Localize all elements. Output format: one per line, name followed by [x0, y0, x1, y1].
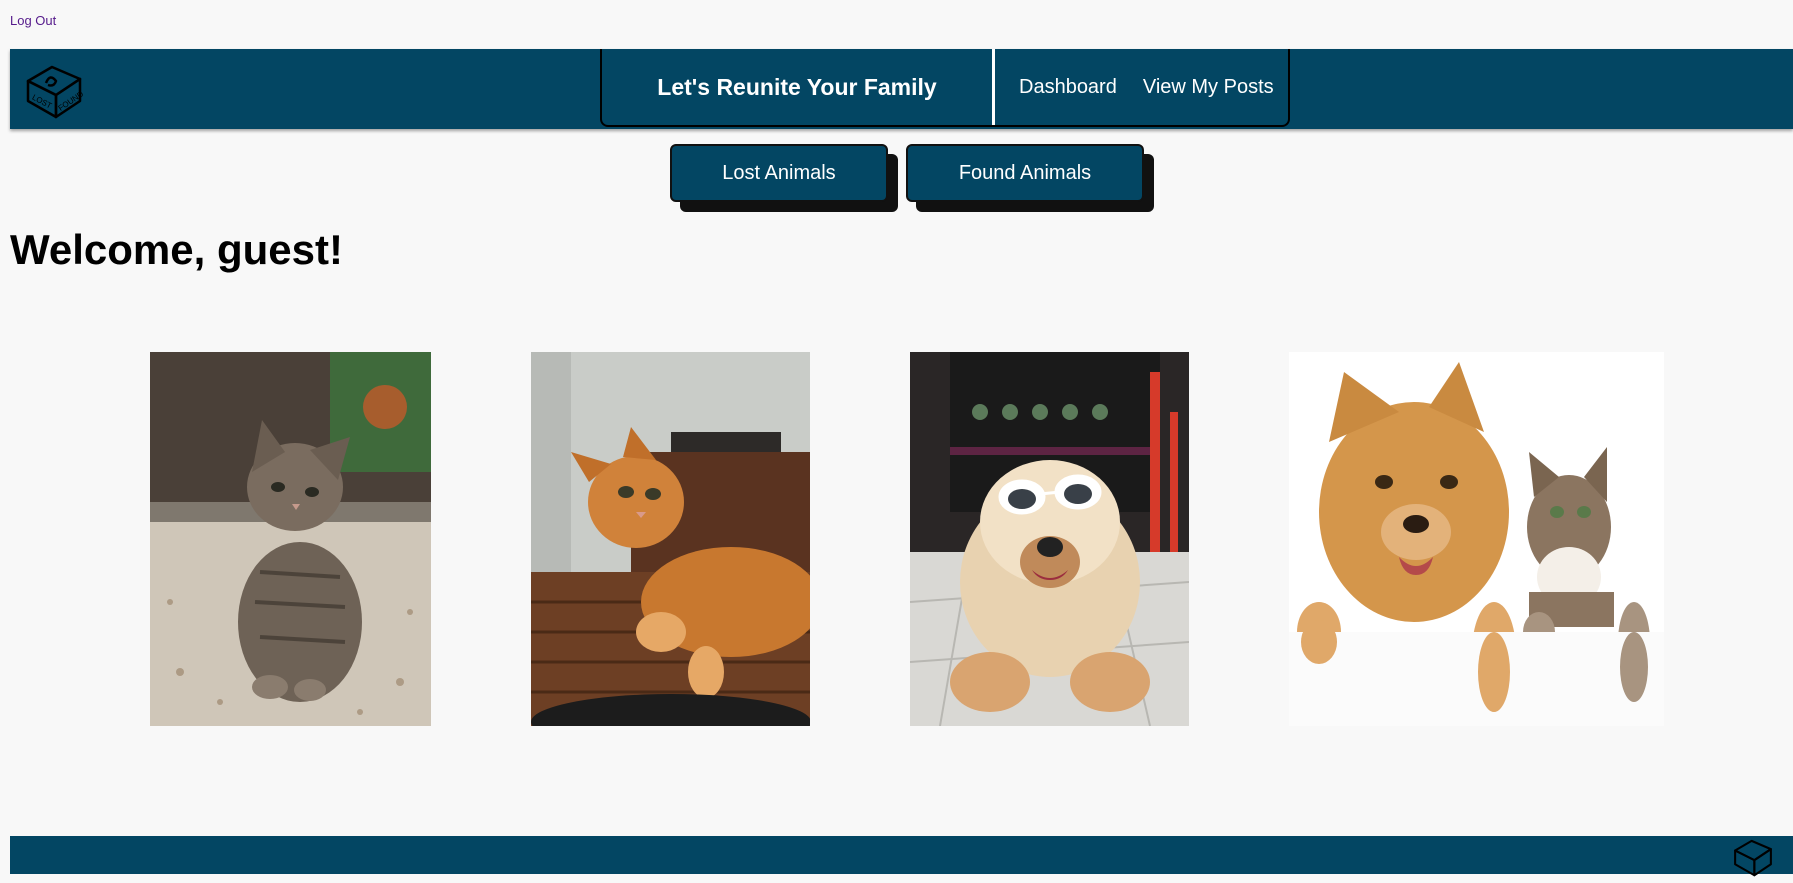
site-header: LOST FOUND Let's Reunite Your Family Das… [10, 49, 1793, 129]
site-title: Let's Reunite Your Family [602, 49, 995, 125]
dog-and-cat-photo-icon [1289, 352, 1664, 726]
welcome-heading: Welcome, guest! [10, 226, 343, 273]
orange-cat-photo-icon [531, 352, 810, 726]
lost-found-logo-icon[interactable]: LOST FOUND [22, 57, 86, 121]
nav-links: Dashboard View My Posts [995, 49, 1274, 125]
dog-with-sunglasses-photo-icon [910, 352, 1189, 726]
footer-logo-icon [1731, 834, 1775, 878]
lost-animals-button[interactable]: Lost Animals [670, 144, 888, 202]
tabby-kitten-photo-icon [150, 352, 431, 726]
found-animals-button[interactable]: Found Animals [906, 144, 1144, 202]
site-footer [10, 836, 1793, 877]
nav-dashboard-link[interactable]: Dashboard [1019, 76, 1117, 99]
nav-view-my-posts-link[interactable]: View My Posts [1143, 76, 1274, 99]
logout-link[interactable]: Log Out [10, 13, 56, 28]
header-nav-box: Let's Reunite Your Family Dashboard View… [600, 49, 1290, 127]
